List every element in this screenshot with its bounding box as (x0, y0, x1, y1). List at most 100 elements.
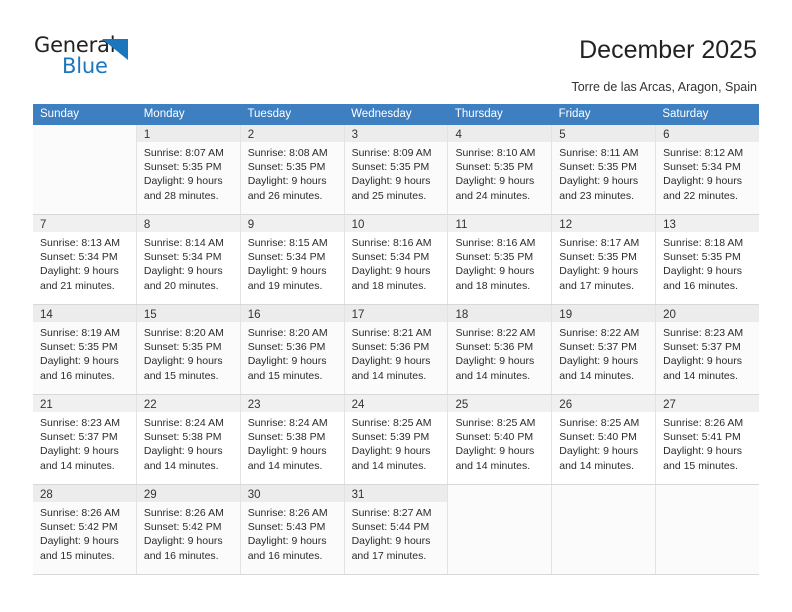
day-detail-line: and 14 minutes. (559, 369, 635, 382)
day-details: Sunrise: 8:26 AM Sunset: 5:41 PM Daylight:… (656, 412, 759, 473)
day-detail-line: Sunrise: 8:07 AM (143, 147, 224, 159)
day-details: Sunrise: 8:27 AM Sunset: 5:44 PM Daylight:… (345, 502, 448, 563)
day-number-band: 12 (552, 215, 656, 232)
day-cell-30[interactable]: 30 Sunrise: 8:26 AM Sunset: 5:43 PM Dayligh… (240, 485, 345, 574)
day-cell-25[interactable]: 25 Sunrise: 8:25 AM Sunset: 5:40 PM Dayligh… (448, 395, 553, 484)
day-cell-22[interactable]: 22 Sunrise: 8:24 AM Sunset: 5:38 PM Dayligh… (136, 395, 241, 484)
day-cell-31[interactable]: 31 Sunrise: 8:27 AM Sunset: 5:44 PM Dayligh… (344, 485, 449, 574)
day-details: Sunrise: 8:18 AM Sunset: 5:35 PM Daylight:… (656, 232, 759, 293)
day-detail-line: Daylight: 9 hours (559, 445, 639, 458)
day-number-band: 20 (656, 305, 760, 322)
day-number: 3 (351, 129, 358, 141)
day-number-band (552, 485, 655, 502)
day-detail-line: Sunset: 5:35 PM (247, 161, 326, 174)
day-detail-line: Sunset: 5:42 PM (40, 521, 118, 534)
day-cell-18[interactable]: 18 Sunrise: 8:22 AM Sunset: 5:36 PM Dayligh… (448, 305, 553, 394)
day-cell-26[interactable]: 26 Sunrise: 8:25 AM Sunset: 5:40 PM Dayligh… (552, 395, 657, 484)
day-cell-9[interactable]: 9 Sunrise: 8:15 AM Sunset: 5:34 PM Daylight… (240, 215, 345, 304)
day-details: Sunrise: 8:10 AM Sunset: 5:35 PM Daylight:… (448, 142, 551, 203)
brand-logo[interactable]: General Blue (34, 33, 184, 81)
day-cell-6[interactable]: 6 Sunrise: 8:12 AM Sunset: 5:34 PM Daylight… (656, 125, 760, 214)
day-cell-1[interactable]: 1 Sunrise: 8:07 AM Sunset: 5:35 PM Daylight… (136, 125, 241, 214)
day-number-band: 11 (448, 215, 552, 232)
day-detail-line: and 22 minutes. (663, 189, 738, 202)
day-detail-line: Sunrise: 8:15 AM (247, 237, 328, 249)
day-details: Sunrise: 8:26 AM Sunset: 5:42 PM Daylight:… (137, 502, 240, 563)
day-detail-line: Sunrise: 8:26 AM (247, 507, 328, 519)
day-number: 15 (143, 309, 157, 321)
day-details: Sunrise: 8:26 AM Sunset: 5:42 PM Daylight:… (33, 502, 136, 563)
day-detail-line: Daylight: 9 hours (663, 355, 742, 368)
day-number: 28 (40, 489, 53, 501)
day-detail-line: and 14 minutes. (40, 459, 115, 472)
day-cell-7[interactable]: 7 Sunrise: 8:13 AM Sunset: 5:34 PM Daylight… (33, 215, 137, 304)
day-detail-line: Sunset: 5:42 PM (143, 521, 222, 534)
day-cell-19[interactable]: 19 Sunrise: 8:22 AM Sunset: 5:37 PM Dayligh… (552, 305, 657, 394)
day-cell-24[interactable]: 24 Sunrise: 8:25 AM Sunset: 5:39 PM Dayligh… (344, 395, 449, 484)
calendar-week-row: 1 Sunrise: 8:07 AM Sunset: 5:35 PM Daylight… (33, 125, 760, 215)
day-detail-line: Sunrise: 8:19 AM (40, 327, 120, 339)
day-cell-23[interactable]: 23 Sunrise: 8:24 AM Sunset: 5:38 PM Dayligh… (240, 395, 345, 484)
day-cell-21[interactable]: 21 Sunrise: 8:23 AM Sunset: 5:37 PM Dayligh… (33, 395, 137, 484)
day-detail-line: and 24 minutes. (455, 189, 531, 202)
day-cell-13[interactable]: 13 Sunrise: 8:18 AM Sunset: 5:35 PM Dayligh… (656, 215, 760, 304)
day-detail-line: Sunset: 5:38 PM (143, 431, 222, 444)
day-detail-line: and 15 minutes. (40, 549, 115, 562)
day-detail-line: Sunrise: 8:09 AM (351, 147, 432, 159)
day-cell-3[interactable]: 3 Sunrise: 8:09 AM Sunset: 5:35 PM Daylight… (344, 125, 449, 214)
day-detail-line: Sunrise: 8:08 AM (247, 147, 328, 159)
day-cell-10[interactable]: 10 Sunrise: 8:16 AM Sunset: 5:34 PM Dayligh… (344, 215, 449, 304)
day-cell-2[interactable]: 2 Sunrise: 8:08 AM Sunset: 5:35 PM Daylight… (240, 125, 345, 214)
day-details: Sunrise: 8:20 AM Sunset: 5:36 PM Daylight:… (241, 322, 344, 383)
day-cell-11[interactable]: 11 Sunrise: 8:16 AM Sunset: 5:35 PM Dayligh… (448, 215, 553, 304)
day-detail-line: Daylight: 9 hours (559, 355, 639, 368)
day-detail-line: Sunrise: 8:27 AM (351, 507, 432, 519)
day-detail-line: Sunset: 5:35 PM (663, 251, 741, 264)
day-details: Sunrise: 8:16 AM Sunset: 5:34 PM Daylight:… (345, 232, 448, 293)
day-detail-line: Sunset: 5:34 PM (143, 251, 222, 264)
day-detail-line: Sunset: 5:34 PM (40, 251, 118, 264)
day-details: Sunrise: 8:08 AM Sunset: 5:35 PM Daylight:… (241, 142, 344, 203)
day-detail-line: Daylight: 9 hours (247, 175, 327, 188)
day-detail-line: Sunrise: 8:26 AM (663, 417, 744, 429)
day-detail-line: and 14 minutes. (559, 459, 635, 472)
day-detail-line: and 17 minutes. (559, 279, 635, 292)
day-number: 26 (559, 399, 573, 411)
day-cell-16[interactable]: 16 Sunrise: 8:20 AM Sunset: 5:36 PM Dayligh… (240, 305, 345, 394)
day-cell-4[interactable]: 4 Sunrise: 8:10 AM Sunset: 5:35 PM Daylight… (448, 125, 553, 214)
day-cell-20[interactable]: 20 Sunrise: 8:23 AM Sunset: 5:37 PM Dayligh… (656, 305, 760, 394)
day-detail-line: Daylight: 9 hours (247, 265, 327, 278)
day-detail-line: Daylight: 9 hours (455, 265, 535, 278)
day-detail-line: Daylight: 9 hours (351, 265, 431, 278)
day-detail-line: and 19 minutes. (247, 279, 323, 292)
day-number: 20 (663, 309, 676, 321)
day-number: 10 (351, 219, 365, 231)
day-number-band: 10 (344, 215, 448, 232)
day-detail-line: Sunset: 5:35 PM (559, 251, 637, 264)
day-cell-12[interactable]: 12 Sunrise: 8:17 AM Sunset: 5:35 PM Dayligh… (552, 215, 657, 304)
day-detail-line: Sunrise: 8:16 AM (455, 237, 536, 249)
day-number-band: 21 (33, 395, 136, 412)
day-number-band: 6 (656, 125, 760, 142)
day-number-band: 31 (344, 485, 448, 502)
day-cell-28[interactable]: 28 Sunrise: 8:26 AM Sunset: 5:42 PM Dayligh… (33, 485, 137, 574)
day-cell-17[interactable]: 17 Sunrise: 8:21 AM Sunset: 5:36 PM Dayligh… (344, 305, 449, 394)
day-detail-line: Sunrise: 8:13 AM (40, 237, 120, 249)
day-cell-27[interactable]: 27 Sunrise: 8:26 AM Sunset: 5:41 PM Dayligh… (656, 395, 760, 484)
day-cell-14[interactable]: 14 Sunrise: 8:19 AM Sunset: 5:35 PM Dayligh… (33, 305, 137, 394)
day-number: 29 (143, 489, 157, 501)
day-detail-line: Daylight: 9 hours (351, 445, 431, 458)
day-detail-line: and 14 minutes. (143, 459, 219, 472)
day-detail-line: Sunrise: 8:24 AM (143, 417, 224, 429)
day-cell-29[interactable]: 29 Sunrise: 8:26 AM Sunset: 5:42 PM Dayligh… (136, 485, 241, 574)
weekday-header-saturday: Saturday (662, 108, 709, 120)
day-cell-8[interactable]: 8 Sunrise: 8:14 AM Sunset: 5:34 PM Daylight… (136, 215, 241, 304)
day-number-band: 7 (33, 215, 136, 232)
day-cell-5[interactable]: 5 Sunrise: 8:11 AM Sunset: 5:35 PM Daylight… (552, 125, 657, 214)
day-cell-15[interactable]: 15 Sunrise: 8:20 AM Sunset: 5:35 PM Dayligh… (136, 305, 241, 394)
day-detail-line: and 16 minutes. (143, 549, 219, 562)
day-number-band: 2 (240, 125, 344, 142)
day-number: 11 (455, 219, 468, 231)
day-details: Sunrise: 8:23 AM Sunset: 5:37 PM Daylight:… (33, 412, 136, 473)
day-detail-line: Sunset: 5:35 PM (559, 161, 637, 174)
